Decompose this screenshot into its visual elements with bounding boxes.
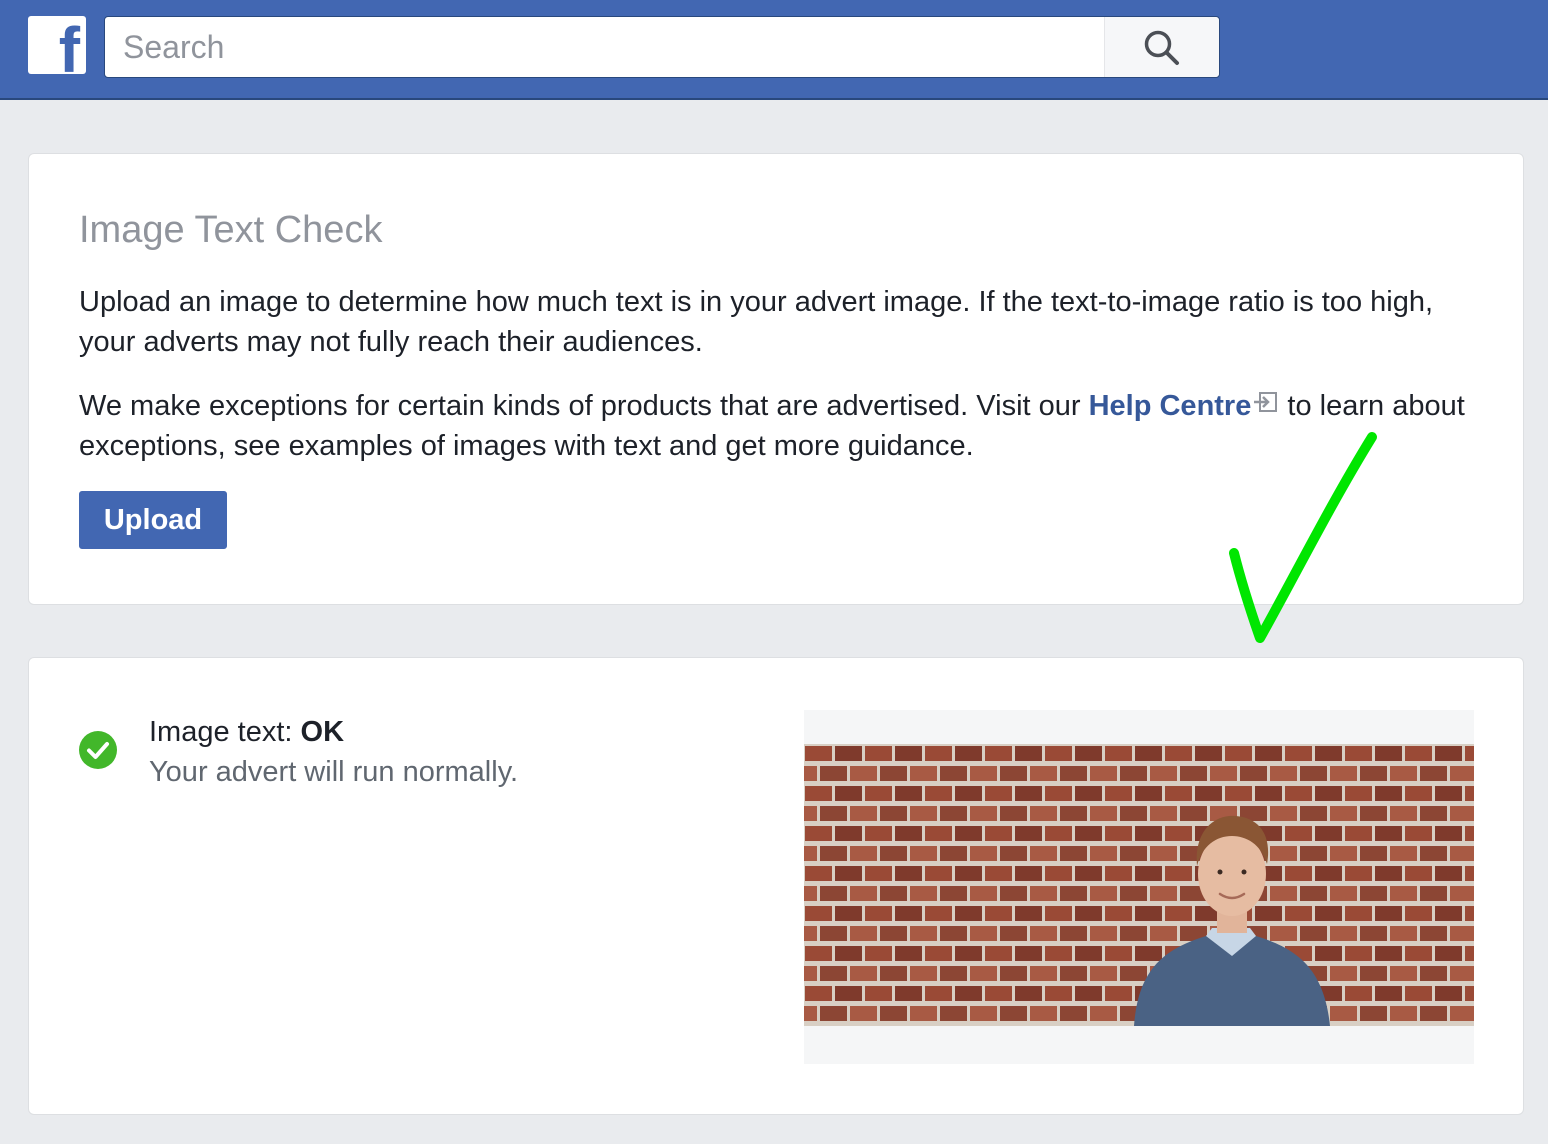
upload-button[interactable]: Upload — [79, 491, 227, 549]
help-centre-link-label: Help Centre — [1088, 390, 1252, 422]
image-text-status: Image text: OK — [149, 713, 344, 751]
status-label: Image text: — [149, 716, 301, 748]
facebook-logo[interactable]: f — [28, 16, 86, 74]
search-input[interactable] — [105, 17, 1105, 77]
help-centre-link[interactable]: Help Centre — [1089, 390, 1280, 422]
check-circle-icon — [79, 731, 117, 769]
search-button[interactable] — [1104, 17, 1219, 77]
search-icon — [1144, 30, 1179, 65]
status-detail: Your advert will run normally. — [149, 756, 519, 788]
exceptions-text-start: We make exceptions for certain kinds of … — [79, 390, 1089, 422]
brick-wall-portrait-image — [804, 744, 1474, 1026]
green-checkmark-annotation-icon — [1229, 432, 1377, 643]
description-paragraph: Upload an image to determine how much te… — [79, 286, 1434, 358]
uploaded-image-preview — [804, 710, 1474, 1064]
page-title: Image Text Check — [79, 209, 383, 251]
external-link-icon — [1254, 392, 1278, 412]
facebook-logo-letter: f — [58, 16, 80, 74]
top-navigation-bar: f — [0, 0, 1548, 100]
status-value: OK — [300, 716, 345, 748]
search-box — [104, 16, 1220, 78]
result-card: Image text: OK Your advert will run norm… — [28, 657, 1524, 1115]
